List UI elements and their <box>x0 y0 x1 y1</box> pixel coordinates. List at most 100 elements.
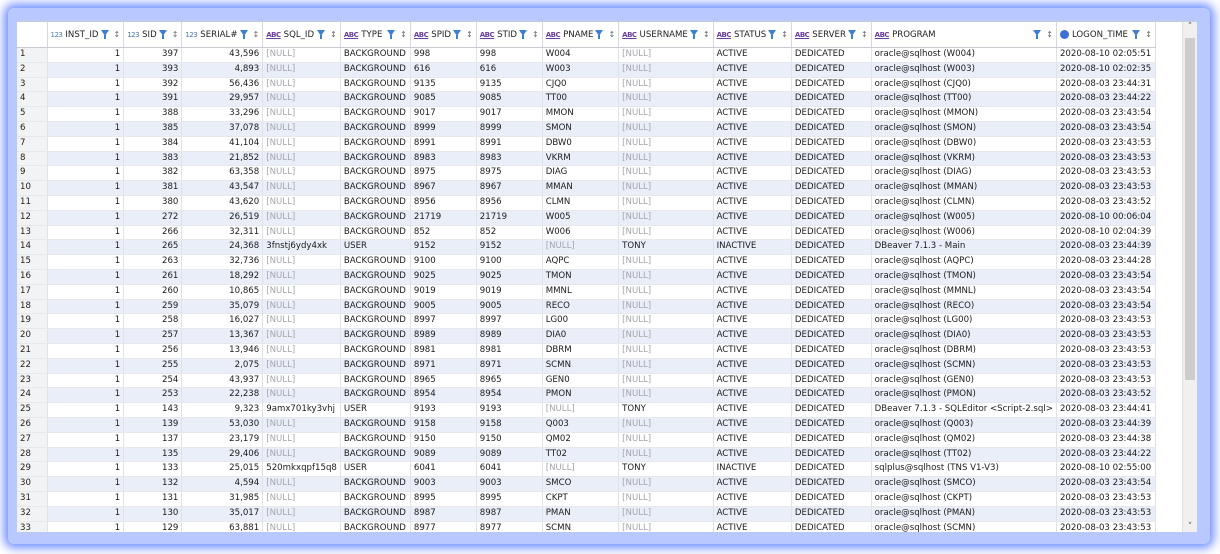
cell-server[interactable]: DEDICATED <box>791 151 872 167</box>
cell-program[interactable]: oracle@sqlhost (RECO) <box>871 299 1057 315</box>
cell-program[interactable]: oracle@sqlhost (Q003) <box>871 417 1057 433</box>
cell-status[interactable]: ACTIVE <box>713 447 792 463</box>
cell-inst-id[interactable]: 1 <box>47 210 125 226</box>
cell-spid[interactable]: 9100 <box>410 254 477 270</box>
cell-status[interactable]: ACTIVE <box>713 254 792 270</box>
cell-sid[interactable]: 258 <box>123 313 183 330</box>
cell-serial-[interactable]: 18,292 <box>181 269 264 285</box>
cell-server[interactable]: DEDICATED <box>791 373 872 389</box>
cell-sql-id[interactable]: [NULL] <box>262 447 341 463</box>
cell-pname[interactable]: RECO <box>542 299 620 315</box>
cell-status[interactable]: ACTIVE <box>713 180 792 196</box>
cell-stid[interactable]: 8971 <box>476 358 543 374</box>
cell-stid[interactable]: 8981 <box>476 343 543 359</box>
cell-serial-[interactable]: 32,311 <box>181 225 264 241</box>
cell-logon-time[interactable]: 2020-08-03 23:44:28 <box>1056 254 1156 270</box>
cell-username[interactable]: [NULL] <box>618 373 714 389</box>
row-number[interactable]: 25 <box>17 402 48 418</box>
cell-spid[interactable]: 998 <box>410 47 477 63</box>
table-row[interactable]: 3 1 392 56,436 [NULL] BACKGROUND 9135 9135 CJQ0[… <box>17 77 1156 93</box>
cell-type[interactable]: BACKGROUND <box>340 284 411 300</box>
cell-sid[interactable]: 257 <box>123 328 183 344</box>
cell-status[interactable]: ACTIVE <box>713 165 792 182</box>
cell-program[interactable]: oracle@sqlhost (W005) <box>871 210 1057 226</box>
sort-icon[interactable]: ↕ <box>253 30 260 39</box>
cell-sql-id[interactable]: [NULL] <box>262 77 341 93</box>
filter-icon[interactable] <box>453 29 464 40</box>
cell-sid[interactable]: 261 <box>123 269 183 285</box>
sort-icon[interactable]: ↕ <box>861 30 868 39</box>
cell-status[interactable]: ACTIVE <box>713 269 792 285</box>
cell-pname[interactable]: AQPC <box>542 254 620 270</box>
cell-username[interactable]: TONY <box>618 402 714 418</box>
cell-type[interactable]: BACKGROUND <box>340 447 411 463</box>
table-row[interactable]: 6 1 385 37,078 [NULL] BACKGROUND 8999 8999 SMON[… <box>17 121 1156 137</box>
cell-stid[interactable]: 21719 <box>476 210 543 226</box>
cell-program[interactable]: oracle@sqlhost (DIA0) <box>871 328 1057 344</box>
cell-inst-id[interactable]: 1 <box>47 254 125 270</box>
cell-sql-id[interactable]: [NULL] <box>262 210 341 226</box>
cell-program[interactable]: oracle@sqlhost (MMON) <box>871 106 1057 122</box>
row-number[interactable]: 24 <box>17 387 48 404</box>
cell-logon-time[interactable]: 2020-08-03 23:43:53 <box>1056 313 1156 330</box>
scroll-thumb[interactable] <box>1185 38 1195 380</box>
table-row[interactable]: 19 1 258 16,027 [NULL] BACKGROUND 8997 8997 LG00… <box>17 313 1156 330</box>
cell-logon-time[interactable]: 2020-08-03 23:43:54 <box>1056 106 1156 122</box>
cell-logon-time[interactable]: 2020-08-03 23:44:22 <box>1056 91 1156 108</box>
cell-program[interactable]: oracle@sqlhost (CLMN) <box>871 195 1057 211</box>
row-number[interactable]: 1 <box>17 47 48 63</box>
cell-stid[interactable]: 8999 <box>476 121 543 137</box>
cell-pname[interactable]: MMNL <box>542 284 620 300</box>
cell-program[interactable]: oracle@sqlhost (LG00) <box>871 313 1057 330</box>
cell-spid[interactable]: 6041 <box>410 461 477 478</box>
cell-program[interactable]: sqlplus@sqlhost (TNS V1-V3) <box>871 461 1057 478</box>
table-row[interactable]: 11 1 380 43,620 [NULL] BACKGROUND 8956 8956 CLMN… <box>17 195 1156 211</box>
row-number[interactable]: 17 <box>17 284 48 300</box>
cell-spid[interactable]: 8965 <box>410 373 477 389</box>
cell-username[interactable]: [NULL] <box>618 328 714 344</box>
cell-type[interactable]: BACKGROUND <box>340 121 411 137</box>
cell-sql-id[interactable]: [NULL] <box>262 284 341 300</box>
cell-spid[interactable]: 9017 <box>410 106 477 122</box>
cell-sql-id[interactable]: [NULL] <box>262 121 341 137</box>
cell-sid[interactable]: 392 <box>123 77 183 93</box>
cell-logon-time[interactable]: 2020-08-03 23:43:54 <box>1056 284 1156 300</box>
cell-status[interactable]: ACTIVE <box>713 387 792 404</box>
cell-sid[interactable]: 388 <box>123 106 183 122</box>
cell-type[interactable]: BACKGROUND <box>340 254 411 270</box>
cell-stid[interactable]: 8977 <box>476 521 543 532</box>
cell-username[interactable]: [NULL] <box>618 358 714 374</box>
table-row[interactable]: 29 1 133 25,015 520mkxqpf15q8 USER 6041 6041 [NU… <box>17 461 1156 478</box>
table-row[interactable]: 22 1 255 2,075 [NULL] BACKGROUND 8971 8971 SCMN[… <box>17 358 1156 374</box>
cell-serial-[interactable]: 23,179 <box>181 432 264 448</box>
cell-status[interactable]: ACTIVE <box>713 506 792 522</box>
cell-server[interactable]: DEDICATED <box>791 106 872 122</box>
cell-type[interactable]: BACKGROUND <box>340 328 411 344</box>
cell-sql-id[interactable]: [NULL] <box>262 136 341 152</box>
table-row[interactable]: 10 1 381 43,547 [NULL] BACKGROUND 8967 8967 MMAN… <box>17 180 1156 196</box>
cell-spid[interactable]: 8956 <box>410 195 477 211</box>
cell-logon-time[interactable]: 2020-08-03 23:43:54 <box>1056 476 1156 492</box>
cell-username[interactable]: [NULL] <box>618 476 714 492</box>
cell-type[interactable]: BACKGROUND <box>340 417 411 433</box>
cell-type[interactable]: BACKGROUND <box>340 506 411 522</box>
cell-sid[interactable]: 137 <box>123 432 183 448</box>
cell-spid[interactable]: 8983 <box>410 151 477 167</box>
cell-type[interactable]: BACKGROUND <box>340 387 411 404</box>
table-row[interactable]: 16 1 261 18,292 [NULL] BACKGROUND 9025 9025 TMON… <box>17 269 1156 285</box>
cell-username[interactable]: [NULL] <box>618 77 714 93</box>
cell-sql-id[interactable]: [NULL] <box>262 328 341 344</box>
row-number[interactable]: 2 <box>17 62 48 78</box>
cell-pname[interactable]: SCMN <box>542 521 620 532</box>
cell-username[interactable]: [NULL] <box>618 299 714 315</box>
cell-spid[interactable]: 8954 <box>410 387 477 404</box>
cell-pname[interactable]: GEN0 <box>542 373 620 389</box>
cell-server[interactable]: DEDICATED <box>791 180 872 196</box>
cell-logon-time[interactable]: 2020-08-03 23:43:52 <box>1056 195 1156 211</box>
cell-pname[interactable]: DBRM <box>542 343 620 359</box>
cell-logon-time[interactable]: 2020-08-10 02:02:35 <box>1056 62 1156 78</box>
filter-icon[interactable] <box>387 29 398 40</box>
cell-serial-[interactable]: 9,323 <box>181 402 264 418</box>
cell-pname[interactable]: TMON <box>542 269 620 285</box>
cell-status[interactable]: ACTIVE <box>713 521 792 532</box>
